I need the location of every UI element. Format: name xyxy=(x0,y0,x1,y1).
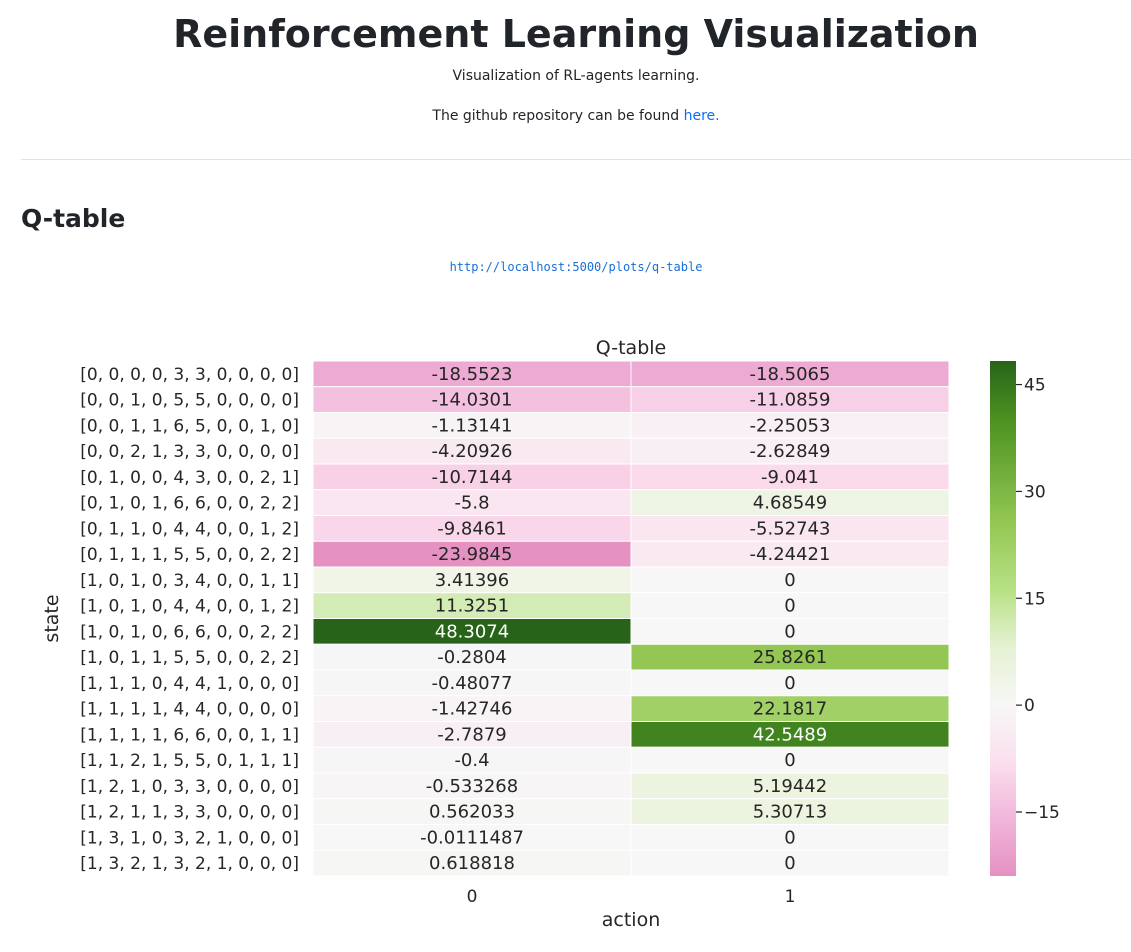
cell-value-label: -2.25053 xyxy=(750,415,831,436)
cell-value-label: -0.533268 xyxy=(426,776,518,797)
y-axis-label: state xyxy=(41,594,63,642)
cell-value-label: 11.3251 xyxy=(435,596,509,617)
y-tick-label: [1, 1, 1, 1, 4, 4, 0, 0, 0, 0] xyxy=(80,700,299,720)
cell-value-label: -4.24421 xyxy=(750,544,831,565)
colorbar-tick-label: 45 xyxy=(1024,376,1046,396)
cell-value-label: 0 xyxy=(784,750,795,771)
qtable-chart: -18.5523 -18.5065 -14.0301 -11.0859 -1.13141… xyxy=(0,0,1131,952)
cell-value-label: 0.618818 xyxy=(429,853,515,874)
x-tick-label: 0 xyxy=(467,887,478,907)
y-tick-label: [0, 0, 2, 1, 3, 3, 0, 0, 0, 0] xyxy=(80,442,299,462)
cell-value-label: -18.5523 xyxy=(432,364,513,385)
cell-value-label: -1.13141 xyxy=(432,415,513,436)
cell-value-label: -0.48077 xyxy=(432,673,513,694)
cell-value-label: 42.5489 xyxy=(753,724,827,745)
y-tick-label: [1, 0, 1, 1, 5, 5, 0, 0, 2, 2] xyxy=(80,648,299,668)
y-tick-label: [0, 0, 1, 0, 5, 5, 0, 0, 0, 0] xyxy=(80,391,299,411)
cell-value-label: -0.0111487 xyxy=(420,827,524,848)
cell-value-label: 0 xyxy=(784,853,795,874)
cell-value-label: 3.41396 xyxy=(435,570,509,591)
cell-value-label: 0 xyxy=(784,621,795,642)
y-tick-label: [1, 0, 1, 0, 4, 4, 0, 0, 1, 2] xyxy=(80,597,299,617)
cell-value-label: 25.8261 xyxy=(753,647,827,668)
y-tick-label: [1, 0, 1, 0, 3, 4, 0, 0, 1, 1] xyxy=(80,571,299,591)
cell-value-label: -0.2804 xyxy=(437,647,506,668)
y-tick-label: [1, 2, 1, 0, 3, 3, 0, 0, 0, 0] xyxy=(80,777,299,797)
y-tick-label: [0, 1, 0, 0, 4, 3, 0, 0, 2, 1] xyxy=(80,468,299,488)
y-tick-label: [0, 0, 0, 0, 3, 3, 0, 0, 0, 0] xyxy=(80,365,299,385)
y-tick-label: [1, 0, 1, 0, 6, 6, 0, 0, 2, 2] xyxy=(80,622,299,642)
cell-value-label: 4.68549 xyxy=(753,493,827,514)
cell-value-label: -9.041 xyxy=(761,467,819,488)
y-tick-label: [1, 2, 1, 1, 3, 3, 0, 0, 0, 0] xyxy=(80,803,299,823)
y-tick-label: [1, 3, 1, 0, 3, 2, 1, 0, 0, 0] xyxy=(80,828,299,848)
cell-value-label: -9.8461 xyxy=(437,518,506,539)
colorbar-tick-label: −15 xyxy=(1024,803,1060,823)
colorbar xyxy=(990,361,1016,876)
x-tick-label: 1 xyxy=(785,887,796,907)
qtable-heatmap: -18.5523 -18.5065 -14.0301 -11.0859 -1.13141… xyxy=(41,337,1060,931)
cell-value-label: 5.19442 xyxy=(753,776,827,797)
cell-value-label: 0 xyxy=(784,673,795,694)
cell-value-label: -2.7879 xyxy=(437,724,506,745)
cell-value-label: 0 xyxy=(784,827,795,848)
y-tick-label: [0, 1, 1, 0, 4, 4, 0, 0, 1, 2] xyxy=(80,519,299,539)
cell-value-label: 0 xyxy=(784,570,795,591)
y-tick-label: [1, 1, 1, 1, 6, 6, 0, 0, 1, 1] xyxy=(80,725,299,745)
cell-value-label: -4.20926 xyxy=(432,441,513,462)
cell-value-label: 0 xyxy=(784,596,795,617)
cell-value-label: -5.52743 xyxy=(750,518,831,539)
colorbar-tick-label: 0 xyxy=(1024,696,1035,716)
y-tick-label: [1, 1, 2, 1, 5, 5, 0, 1, 1, 1] xyxy=(80,751,299,771)
y-tick-label: [1, 1, 1, 0, 4, 4, 1, 0, 0, 0] xyxy=(80,674,299,694)
y-tick-label: [1, 3, 2, 1, 3, 2, 1, 0, 0, 0] xyxy=(80,854,299,874)
cell-value-label: -5.8 xyxy=(454,493,489,514)
cell-value-label: -1.42746 xyxy=(432,699,513,720)
cell-value-label: -10.7144 xyxy=(432,467,513,488)
x-axis-label: action xyxy=(602,909,660,931)
cell-value-label: -18.5065 xyxy=(750,364,831,385)
cell-value-label: -23.9845 xyxy=(432,544,513,565)
cell-value-label: -0.4 xyxy=(454,750,489,771)
colorbar-tick-label: 15 xyxy=(1024,589,1046,609)
y-tick-label: [0, 1, 1, 1, 5, 5, 0, 0, 2, 2] xyxy=(80,545,299,565)
cell-value-label: 48.3074 xyxy=(435,621,509,642)
cell-value-label: 5.30713 xyxy=(753,802,827,823)
cell-value-label: -14.0301 xyxy=(432,390,513,411)
cell-value-label: 0.562033 xyxy=(429,802,515,823)
cell-value-label: -11.0859 xyxy=(750,390,831,411)
colorbar-tick-label: 30 xyxy=(1024,482,1046,502)
y-tick-label: [0, 1, 0, 1, 6, 6, 0, 0, 2, 2] xyxy=(80,494,299,514)
chart-title: Q-table xyxy=(596,337,666,359)
y-tick-label: [0, 0, 1, 1, 6, 5, 0, 0, 1, 0] xyxy=(80,416,299,436)
cell-value-label: 22.1817 xyxy=(753,699,827,720)
cell-value-label: -2.62849 xyxy=(750,441,831,462)
